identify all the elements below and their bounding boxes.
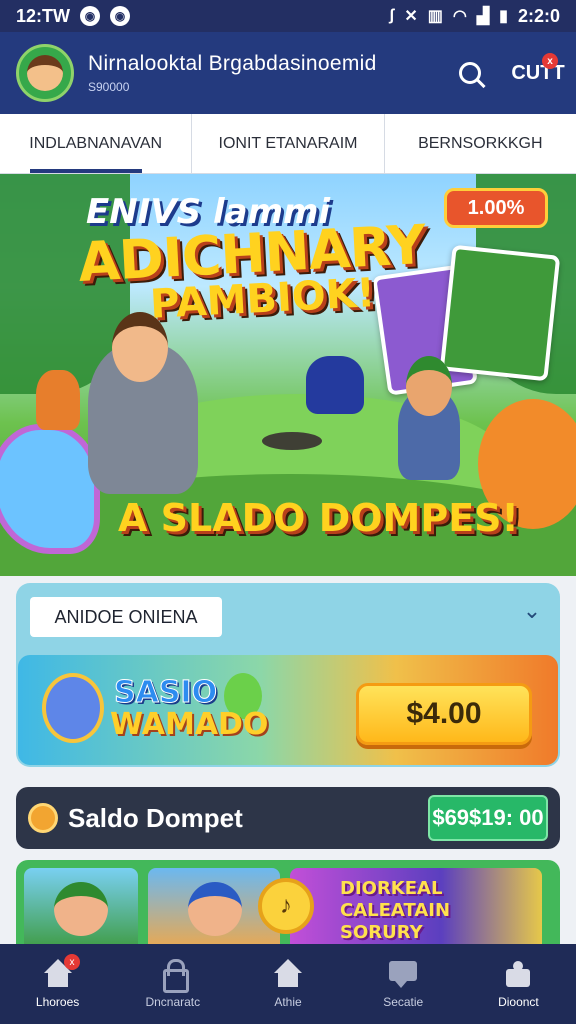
nav-home-badge: x — [64, 954, 80, 970]
search-button[interactable] — [448, 51, 492, 95]
status-time: 12:TW — [16, 5, 70, 26]
nav-2-label: Dncnaratc — [145, 995, 201, 1009]
header-title: Nirnalooktal Brgabdasinoemid — [88, 52, 377, 75]
game-tile-3-text: DIORKEAL CALEATAIN SORURY — [340, 878, 451, 943]
status-bar: 12:TW ◉ ◉ ʃ ✕ ▥ ◠ ▟ ▮ 2:2:0 — [0, 0, 576, 32]
header-subtitle: S90000 — [88, 80, 130, 94]
status-right-time: 2:2:0 — [517, 5, 560, 26]
battery-icon: ▮ — [499, 8, 508, 25]
avatar[interactable] — [16, 44, 74, 102]
header-text: Nirnalooktal Brgabdasinoemid S90000 — [88, 52, 448, 94]
vibrate-icon: ▥ — [427, 8, 443, 25]
nav-item-4[interactable]: Secatie — [346, 944, 461, 1024]
home-outline-icon — [272, 959, 304, 989]
wifi-icon: ◠ — [452, 8, 467, 25]
chevron-down-icon[interactable]: ⌄ — [520, 598, 544, 623]
avatar-face-icon — [27, 55, 63, 91]
tab-1[interactable]: INDLABNANAVAN — [0, 114, 193, 173]
tab-3[interactable]: BERNSORKKGH — [385, 114, 576, 173]
character-face-icon — [188, 882, 242, 936]
bluetooth-icon: ʃ — [389, 7, 395, 24]
nav-5-label: Dioonct — [498, 995, 539, 1009]
chat-icon — [387, 959, 419, 989]
hero-badge[interactable]: 1.00% — [444, 188, 548, 228]
nav-item-home[interactable]: x Lhoroes — [0, 944, 115, 1024]
status-right: ʃ ✕ ▥ ◠ ▟ ▮ 2:2:0 — [389, 6, 560, 27]
character-green — [398, 356, 460, 480]
wallet-label: Saldo Dompet — [68, 802, 243, 833]
status-left: 12:TW ◉ ◉ — [16, 6, 130, 27]
promo-text-line2: WAMADO — [110, 707, 269, 742]
flower-left — [0, 424, 100, 554]
tab-3-label: BERNSORKKGH — [418, 134, 543, 152]
tab-2-label: IONIT ETANARAIM — [218, 134, 358, 152]
signal-icon: ▟ — [476, 8, 490, 25]
tab-bar: INDLABNANAVAN IONIT ETANARAIM BERNSORKKG… — [0, 114, 576, 174]
coin-icon — [28, 803, 58, 833]
nav-item-5[interactable]: Dioonct — [461, 944, 576, 1024]
nav-item-2[interactable]: Dncnaratc — [115, 944, 230, 1024]
character-blue — [306, 356, 364, 414]
nav-4-label: Secatie — [383, 995, 424, 1009]
tab-1-label: INDLABNANAVAN — [29, 134, 163, 152]
character-hero — [88, 312, 198, 494]
wallet-bar[interactable]: Saldo Dompet $69$19: 00 — [16, 787, 560, 849]
promo-text-line1: SASIO — [113, 675, 218, 711]
game-tile-3[interactable]: DIORKEAL CALEATAIN SORURY — [290, 868, 542, 952]
games-row: DIORKEAL CALEATAIN SORURY ♪ — [16, 860, 560, 952]
app-header: Nirnalooktal Brgabdasinoemid S90000 CUTT… — [0, 32, 576, 114]
hole — [262, 432, 322, 450]
nav-item-3[interactable]: Athie — [230, 944, 345, 1024]
puzzle-icon — [502, 959, 534, 989]
profile-button[interactable]: CUTT x — [511, 51, 565, 95]
mute-icon: ✕ — [404, 8, 418, 25]
messenger-icon: ◉ — [110, 6, 130, 26]
wallet-balance-badge[interactable]: $69$19: 00 — [428, 795, 548, 841]
clock-coin-icon[interactable]: ♪ — [258, 878, 314, 934]
nav-3-label: Athie — [274, 995, 302, 1009]
nav-home-label: Lhoroes — [35, 995, 80, 1009]
game-tile-1[interactable] — [24, 868, 138, 952]
category-select[interactable]: ANIDOE ONIENA — [30, 597, 222, 637]
notification-badge: x — [542, 53, 558, 69]
character-face-icon — [54, 882, 108, 936]
promo-character-icon — [42, 673, 104, 743]
price-button[interactable]: $4.00 — [356, 683, 532, 745]
bottom-nav: x Lhoroes Dncnaratc Athie Secatie Dioonc… — [0, 944, 576, 1024]
hero-banner[interactable]: ENIVS lammi ADICHNARY PAMBIOK! 1.00% A S… — [0, 174, 576, 576]
hero-bottom-text: A SLADO DOMPES! — [118, 496, 519, 540]
promo-card[interactable]: SASIO WAMADO $4.00 — [18, 655, 558, 765]
instagram-icon: ◉ — [80, 6, 100, 26]
search-icon — [459, 62, 481, 84]
tab-2[interactable]: IONIT ETANARAIM — [192, 114, 385, 173]
lock-icon — [157, 959, 189, 993]
game-card-right — [439, 244, 561, 382]
promo-panel: ANIDOE ONIENA ⌄ SASIO WAMADO $4.00 — [16, 583, 560, 767]
character-small — [36, 370, 80, 430]
